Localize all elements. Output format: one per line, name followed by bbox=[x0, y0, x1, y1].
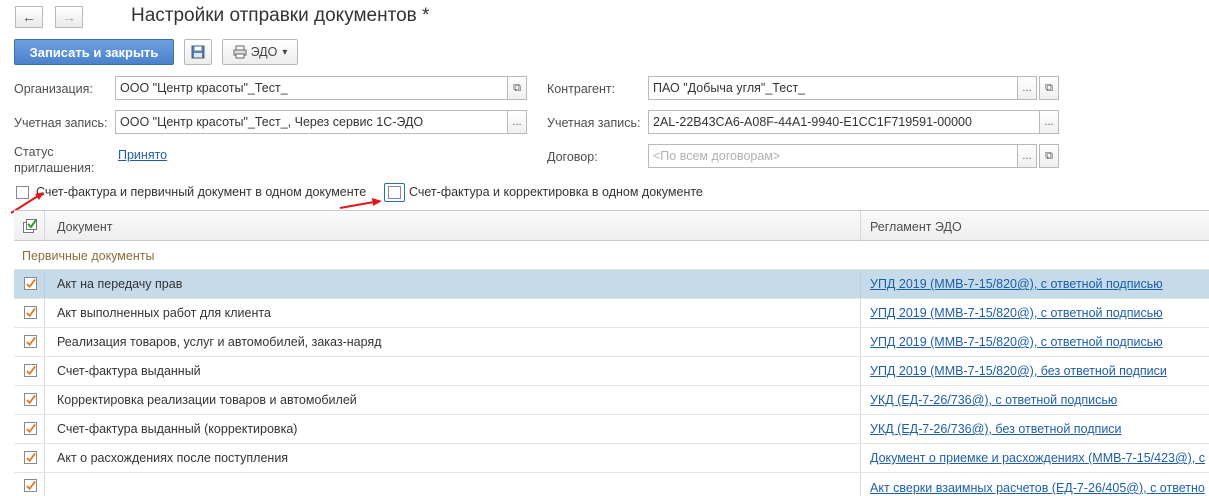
document-name: Реализация товаров, услуг и автомобилей,… bbox=[57, 335, 382, 349]
organization-open-button[interactable]: ⧉ bbox=[507, 76, 527, 100]
document-name: Счет-фактура выданный (корректировка) bbox=[57, 422, 298, 436]
row-checkbox[interactable] bbox=[24, 335, 37, 348]
table-header: Документ Регламент ЭДО bbox=[14, 210, 1209, 241]
check-icon bbox=[26, 365, 36, 375]
organization-field[interactable]: ООО "Центр красоты"_Тест_ bbox=[115, 76, 508, 100]
regulation-link[interactable]: УПД 2019 (ММВ-7-15/820@), с ответной под… bbox=[870, 306, 1163, 320]
open-window-icon: ⧉ bbox=[513, 81, 521, 94]
row-checkbox[interactable] bbox=[24, 422, 37, 435]
counterparty-select-button[interactable]: ... bbox=[1017, 76, 1037, 100]
contract-label: Договор: bbox=[547, 150, 598, 164]
arrow-right-icon: → bbox=[62, 9, 76, 25]
row-checkbox[interactable] bbox=[24, 479, 37, 492]
forward-button[interactable]: → bbox=[55, 6, 83, 28]
arrow-left-icon: ← bbox=[22, 9, 36, 25]
row-checkbox[interactable] bbox=[24, 306, 37, 319]
checkbox-select-all-icon bbox=[23, 219, 37, 233]
table-row[interactable]: Акт выполненных работ для клиента УПД 20… bbox=[14, 299, 1209, 328]
table-row[interactable]: Счет-фактура выданный УПД 2019 (ММВ-7-15… bbox=[14, 357, 1209, 386]
cp-account-label: Учетная запись: bbox=[547, 116, 641, 130]
contract-field[interactable]: <По всем договорам> bbox=[648, 144, 1018, 168]
table-row[interactable]: Корректировка реализации товаров и автом… bbox=[14, 386, 1209, 415]
document-name: Корректировка реализации товаров и автом… bbox=[57, 393, 357, 407]
check-icon bbox=[26, 278, 36, 288]
regulation-link[interactable]: УПД 2019 (ММВ-7-15/820@), с ответной под… bbox=[870, 277, 1163, 291]
organization-label: Организация: bbox=[14, 82, 93, 96]
floppy-disk-icon bbox=[191, 45, 205, 59]
check-icon bbox=[26, 394, 36, 404]
contract-open-button[interactable]: ⧉ bbox=[1039, 144, 1059, 168]
counterparty-label: Контрагент: bbox=[547, 82, 616, 96]
counterparty-open-button[interactable]: ⧉ bbox=[1039, 76, 1059, 100]
account-field[interactable]: ООО "Центр красоты"_Тест_, Через сервис … bbox=[115, 110, 508, 134]
table-row[interactable]: Акт сверки взаимных расчетов (ЕД-7-26/40… bbox=[14, 473, 1209, 496]
account-select-button[interactable]: ... bbox=[507, 110, 527, 134]
save-button[interactable] bbox=[184, 39, 212, 65]
row-checkbox[interactable] bbox=[24, 451, 37, 464]
back-button[interactable]: ← bbox=[15, 6, 43, 28]
table-row[interactable]: Акт о расхождениях после поступления Док… bbox=[14, 444, 1209, 473]
column-header-regulation[interactable]: Регламент ЭДО bbox=[870, 220, 962, 234]
ellipsis-icon: ... bbox=[1022, 82, 1032, 94]
row-checkbox[interactable] bbox=[24, 364, 37, 377]
ellipsis-icon: ... bbox=[1044, 116, 1054, 128]
status-label-line2: приглашения: bbox=[14, 161, 95, 175]
regulation-link[interactable]: УКД (ЕД-7-26/736@), без ответной подписи bbox=[870, 422, 1122, 436]
group-label: Первичные документы bbox=[22, 249, 155, 263]
check-icon bbox=[26, 307, 36, 317]
open-window-icon: ⧉ bbox=[1045, 81, 1053, 94]
invitation-status-link[interactable]: Принято bbox=[118, 148, 167, 162]
check-icon bbox=[26, 423, 36, 433]
check-icon bbox=[26, 452, 36, 462]
regulation-link[interactable]: УКД (ЕД-7-26/736@), с ответной подписью bbox=[870, 393, 1117, 407]
check-icon bbox=[26, 480, 36, 490]
group-row-primary-documents: Первичные документы bbox=[14, 241, 1209, 270]
invoice-correction-label: Счет-фактура и корректировка в одном док… bbox=[409, 185, 703, 199]
table-row[interactable]: Реализация товаров, услуг и автомобилей,… bbox=[14, 328, 1209, 357]
regulation-link[interactable]: Акт сверки взаимных расчетов (ЕД-7-26/40… bbox=[870, 481, 1205, 495]
column-header-document[interactable]: Документ bbox=[57, 220, 112, 234]
save-and-close-button[interactable]: Записать и закрыть bbox=[14, 39, 174, 65]
edo-label: ЭДО bbox=[250, 45, 278, 59]
ellipsis-icon: ... bbox=[512, 116, 522, 128]
cp-account-field[interactable]: 2AL-22B43CA6-A08F-44A1-9940-E1CC1F719591… bbox=[648, 110, 1040, 134]
check-icon bbox=[26, 336, 36, 346]
account-label: Учетная запись: bbox=[14, 116, 108, 130]
printer-edo-icon bbox=[233, 45, 247, 59]
document-name: Акт на передачу прав bbox=[57, 277, 183, 291]
page-title: Настройки отправки документов * bbox=[131, 5, 430, 26]
counterparty-field[interactable]: ПАО "Добыча угля"_Тест_ bbox=[648, 76, 1018, 100]
document-name: Акт о расхождениях после поступления bbox=[57, 451, 289, 465]
document-name: Счет-фактура выданный bbox=[57, 364, 201, 378]
invoice-correction-checkbox[interactable] bbox=[388, 186, 401, 199]
row-checkbox[interactable] bbox=[24, 393, 37, 406]
row-checkbox[interactable] bbox=[24, 277, 37, 290]
regulation-link[interactable]: Документ о приемке и расхождениях (ММВ-7… bbox=[870, 451, 1205, 465]
ellipsis-icon: ... bbox=[1022, 150, 1032, 162]
regulation-link[interactable]: УПД 2019 (ММВ-7-15/820@), с ответной под… bbox=[870, 335, 1163, 349]
invoice-primary-label: Счет-фактура и первичный документ в одно… bbox=[36, 185, 367, 199]
cp-account-select-button[interactable]: ... bbox=[1039, 110, 1059, 134]
chevron-down-icon: ▾ bbox=[282, 46, 288, 58]
document-name: Акт выполненных работ для клиента bbox=[57, 306, 271, 320]
select-all-checkbox[interactable] bbox=[23, 219, 37, 236]
edo-menu-button[interactable]: ЭДО ▾ bbox=[222, 39, 298, 65]
contract-select-button[interactable]: ... bbox=[1017, 144, 1037, 168]
table-row[interactable]: Счет-фактура выданный (корректировка) УК… bbox=[14, 415, 1209, 444]
open-window-icon: ⧉ bbox=[1045, 149, 1053, 162]
table-row[interactable]: Акт на передачу прав УПД 2019 (ММВ-7-15/… bbox=[14, 270, 1209, 299]
regulation-link[interactable]: УПД 2019 (ММВ-7-15/820@), без ответной п… bbox=[870, 364, 1167, 378]
status-label-line1: Статус bbox=[14, 145, 54, 159]
